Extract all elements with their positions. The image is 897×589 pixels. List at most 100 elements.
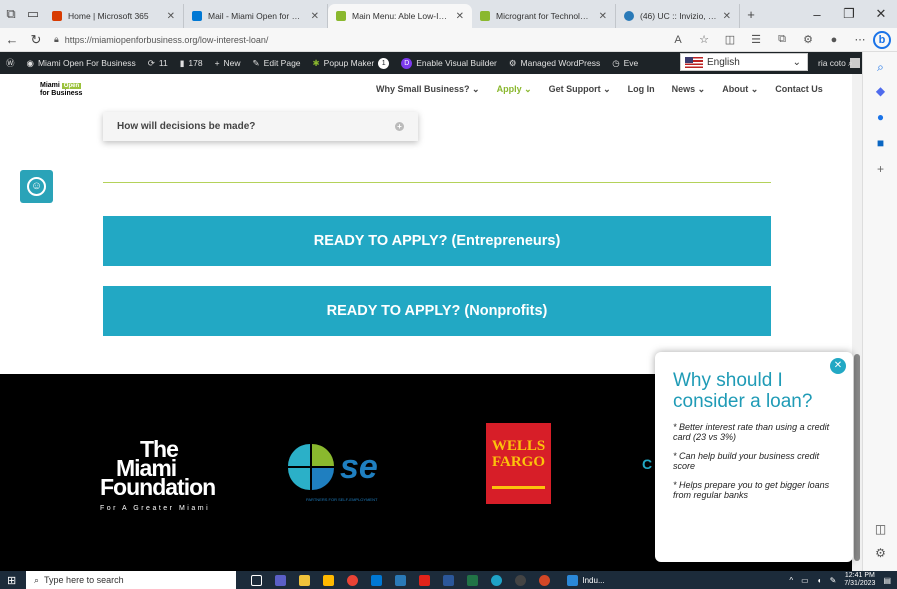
mail-icon bbox=[192, 11, 202, 21]
nav-log-in[interactable]: Log In bbox=[628, 84, 655, 95]
clock[interactable]: 12:41 PM 7/31/2023 bbox=[844, 572, 875, 588]
close-icon[interactable]: ✕ bbox=[599, 11, 607, 22]
workspaces-icon[interactable]: ⧉ bbox=[0, 0, 22, 28]
wells-fargo-logo[interactable]: WELLS FARGO bbox=[486, 423, 551, 504]
site-logo[interactable]: Miami Open for Business bbox=[40, 82, 82, 97]
wp-visual-builder[interactable]: D Enable Visual Builder bbox=[395, 57, 503, 69]
outlook-icon[interactable] bbox=[364, 571, 388, 589]
split-screen-icon[interactable]: ◫ bbox=[717, 33, 743, 46]
chevron-up-icon[interactable]: ^ bbox=[789, 576, 793, 585]
tab-invizio[interactable]: (46) UC :: Invizio, LLC ✕ bbox=[616, 4, 740, 28]
tab-microsoft365[interactable]: Home | Microsoft 365 ✕ bbox=[44, 4, 184, 28]
new-tab-icon[interactable]: + bbox=[740, 0, 762, 28]
wp-comments[interactable]: ▮ 178 bbox=[174, 58, 209, 69]
bing-chat-icon[interactable]: b bbox=[873, 30, 891, 49]
acrobat-icon[interactable] bbox=[412, 571, 436, 589]
minimize-icon[interactable]: – bbox=[801, 7, 833, 22]
language-value: English bbox=[707, 56, 740, 68]
restore-icon[interactable]: ❐ bbox=[833, 6, 865, 22]
profile-icon[interactable]: ● bbox=[821, 34, 847, 46]
close-icon[interactable]: ✕ bbox=[830, 358, 846, 374]
search-icon[interactable]: ⌕ bbox=[863, 60, 897, 75]
refresh-icon[interactable]: ↻ bbox=[24, 32, 48, 48]
back-icon[interactable]: ← bbox=[0, 32, 24, 47]
add-app-icon[interactable]: + bbox=[863, 162, 897, 176]
wp-popup-maker[interactable]: ✱ Popup Maker 1 bbox=[307, 57, 396, 69]
more-icon[interactable]: ⋯ bbox=[847, 33, 873, 46]
plus-icon: + bbox=[214, 58, 220, 68]
tab-main-menu[interactable]: Main Menu: Able Low-Inter ✕ bbox=[328, 4, 472, 28]
system-tray: ^ ▭ ◖ ✎ 12:41 PM 7/31/2023 ▤ bbox=[789, 572, 897, 588]
pse-logo-graphic: se bbox=[288, 444, 378, 490]
wp-events[interactable]: ◷ Eve bbox=[606, 58, 644, 69]
shopping-icon[interactable]: ◆ bbox=[863, 84, 897, 98]
address-bar-actions: A ☆ ◫ ☰ ⧉ ⚙ ● ⋯ b bbox=[665, 30, 897, 49]
word-icon[interactable] bbox=[436, 571, 460, 589]
wp-updates-count: 11 bbox=[158, 58, 168, 68]
copilot-icon[interactable] bbox=[388, 571, 412, 589]
file-explorer-icon[interactable] bbox=[292, 571, 316, 589]
edge-icon[interactable] bbox=[484, 571, 508, 589]
nav-why-small-business[interactable]: Why Small Business? ⌄ bbox=[376, 84, 480, 95]
tab-microgrant[interactable]: Microgrant for Technology ✕ bbox=[472, 4, 616, 28]
windows-start-icon[interactable]: ⊞ bbox=[7, 574, 16, 587]
lock-icon: 🔒︎ bbox=[54, 34, 59, 44]
industry-app[interactable]: Indu... bbox=[556, 571, 616, 589]
close-icon[interactable]: ✕ bbox=[456, 11, 464, 22]
nav-get-support[interactable]: Get Support ⌄ bbox=[549, 84, 611, 95]
industry-app-label: Indu... bbox=[582, 575, 605, 585]
close-icon[interactable]: ✕ bbox=[167, 11, 175, 22]
apply-nonprofits-button[interactable]: READY TO APPLY? (Nonprofits) bbox=[103, 286, 771, 336]
wp-search-icon[interactable]: ⌕ bbox=[842, 58, 859, 69]
tools-icon[interactable]: ● bbox=[863, 110, 897, 124]
pen-icon[interactable]: ✎ bbox=[830, 576, 837, 585]
close-window-icon[interactable]: ✕ bbox=[865, 6, 897, 22]
settings-icon[interactable]: ⚙ bbox=[863, 546, 897, 560]
close-icon[interactable]: ✕ bbox=[723, 11, 731, 22]
page-scrollbar[interactable] bbox=[852, 74, 862, 571]
task-view-icon[interactable] bbox=[244, 571, 268, 589]
miami-foundation-logo[interactable]: The Miami Foundation For A Greater Miami bbox=[100, 438, 216, 518]
tab-mail[interactable]: Mail - Miami Open for Busi ✕ bbox=[184, 4, 328, 28]
logo-tag: Open bbox=[61, 83, 82, 89]
wp-site-link[interactable]: ◉ Miami Open For Business bbox=[21, 58, 142, 69]
tab-actions-icon[interactable]: ▭ bbox=[22, 0, 44, 28]
teams-icon[interactable] bbox=[268, 571, 292, 589]
faq-toggle[interactable]: How will decisions be made? + bbox=[103, 112, 418, 141]
apply-entrepreneurs-button[interactable]: READY TO APPLY? (Entrepreneurs) bbox=[103, 216, 771, 266]
hide-sidebar-icon[interactable]: ◫ bbox=[863, 522, 897, 536]
url-field[interactable]: 🔒︎ https://miamiopenforbusiness.org/low-… bbox=[54, 31, 654, 49]
collections-icon[interactable]: ⧉ bbox=[769, 33, 795, 46]
accessibility-button[interactable]: ☺ bbox=[20, 170, 53, 203]
taskbar-search[interactable]: ⌕ Type here to search bbox=[26, 571, 236, 589]
volume-icon[interactable]: ◖ bbox=[817, 576, 822, 585]
nav-contact-us[interactable]: Contact Us bbox=[775, 84, 823, 95]
powerpoint-icon[interactable] bbox=[532, 571, 556, 589]
close-icon[interactable]: ✕ bbox=[311, 11, 319, 22]
media-icon[interactable] bbox=[508, 571, 532, 589]
language-select[interactable]: English ⌄ bbox=[680, 53, 808, 71]
tmf-line3: Foundation bbox=[100, 474, 216, 500]
tab-title: Mail - Miami Open for Busi bbox=[208, 11, 305, 21]
wp-updates[interactable]: ⟳ 11 bbox=[142, 58, 174, 69]
network-icon[interactable]: ▭ bbox=[801, 576, 809, 585]
outlook-icon[interactable]: ■ bbox=[863, 136, 897, 150]
wp-new[interactable]: + New bbox=[209, 58, 247, 68]
wordpress-logo-icon[interactable]: Ⓦ bbox=[0, 57, 21, 69]
read-aloud-icon[interactable]: A bbox=[665, 34, 691, 46]
wp-edit-page[interactable]: ✎ Edit Page bbox=[247, 58, 307, 69]
nav-news[interactable]: News ⌄ bbox=[672, 84, 706, 95]
notifications-icon[interactable]: ▤ bbox=[883, 576, 891, 585]
scrollbar-thumb[interactable] bbox=[854, 354, 860, 561]
nav-about[interactable]: About ⌄ bbox=[722, 84, 758, 95]
wp-managed[interactable]: ⚙ Managed WordPress bbox=[503, 58, 606, 69]
extensions-icon[interactable]: ⚙ bbox=[795, 33, 821, 46]
favorite-icon[interactable]: ☆ bbox=[691, 33, 717, 46]
pse-logo[interactable]: se PARTNERS FOR SELF-EMPLOYMENT bbox=[284, 440, 408, 502]
store-icon[interactable] bbox=[316, 571, 340, 589]
excel-icon[interactable] bbox=[460, 571, 484, 589]
chrome-icon[interactable] bbox=[340, 571, 364, 589]
nav-apply[interactable]: Apply ⌄ bbox=[497, 84, 532, 95]
wp-events-label: Eve bbox=[623, 58, 639, 68]
favorites-bar-icon[interactable]: ☰ bbox=[743, 33, 769, 46]
